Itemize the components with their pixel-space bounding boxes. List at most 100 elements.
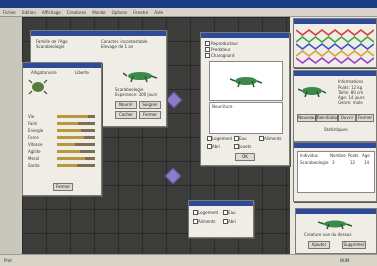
- table-header: Individus: [300, 153, 319, 158]
- check-label: Abri: [212, 144, 221, 149]
- graph-line: [296, 36, 374, 43]
- info-line: Genre: male: [338, 100, 363, 105]
- filter-label: Eau: [228, 210, 236, 215]
- lizard-preview-icon: [230, 77, 262, 88]
- filter-label: Abri: [228, 219, 237, 224]
- reset-button[interactable]: Reinitialiser: [316, 114, 340, 122]
- table-window: Individus Nombre Poids Age Scarabeologie…: [293, 142, 377, 202]
- stat-bar-fill: [57, 136, 84, 139]
- creature-preview-box: [209, 61, 283, 101]
- info-title: Informations: [338, 79, 364, 84]
- menu-item-file[interactable]: Fichier: [3, 10, 16, 15]
- food-list-header: Nourriture: [212, 104, 233, 109]
- stat-label: Faim: [28, 121, 38, 126]
- remove-button[interactable]: Supprimer: [342, 241, 366, 249]
- menu-item-edit[interactable]: Edition: [22, 10, 36, 15]
- info-window-titlebar[interactable]: [294, 71, 376, 76]
- table-cell: 12: [350, 160, 356, 165]
- stat-bar-fill: [57, 129, 81, 132]
- close-button[interactable]: Fermer: [139, 111, 161, 119]
- hide-button[interactable]: Cacher: [115, 111, 137, 119]
- stat-label: Energie: [28, 128, 44, 133]
- new-button[interactable]: Nouveau: [297, 114, 316, 122]
- stat-label: Sante: [28, 163, 40, 168]
- lizard-creature-icon: [123, 72, 157, 83]
- stat-label: Vie: [28, 114, 35, 119]
- add-button[interactable]: Ajouter: [308, 241, 330, 249]
- stats-window-titlebar[interactable]: [23, 63, 101, 68]
- graph-window: [293, 18, 377, 68]
- option-checkbox[interactable]: [205, 53, 210, 58]
- table-cell: Scarabeologie: [300, 160, 329, 165]
- open-button[interactable]: Ouvrir: [338, 114, 356, 122]
- creature-field-4: Elevage de 1 an: [101, 44, 134, 49]
- table-header: Poids: [348, 153, 359, 158]
- info-close-button[interactable]: Fermer: [356, 114, 374, 122]
- check-label: Logement: [212, 136, 233, 141]
- graph-window-titlebar[interactable]: [294, 19, 376, 24]
- option-checkbox[interactable]: [205, 47, 210, 52]
- check-label: Aliments: [264, 136, 282, 141]
- stat-label: Moral: [28, 156, 40, 161]
- option-checkbox[interactable]: [205, 41, 210, 46]
- tile-marker-icon[interactable]: [164, 167, 182, 185]
- menu-item-window[interactable]: Fenetre: [133, 10, 148, 15]
- status-text: Pret: [4, 258, 12, 263]
- filter-window-titlebar[interactable]: [189, 201, 253, 206]
- stat-bar-fill: [57, 150, 80, 153]
- app-titlebar: [0, 0, 377, 8]
- menu-item-view[interactable]: Affichage: [42, 10, 61, 15]
- stat-bar-fill: [57, 143, 75, 146]
- option-label: Reproducteur: [211, 41, 239, 46]
- menu-item-help[interactable]: Aide: [154, 10, 163, 15]
- status-bar: Pret NUM: [0, 254, 377, 266]
- data-table[interactable]: Individus Nombre Poids Age Scarabeologie…: [297, 151, 375, 193]
- lizard-preview-icon: [318, 220, 352, 230]
- food-list[interactable]: Nourriture: [209, 102, 283, 134]
- creature-age: Esperance: 300 jours: [115, 92, 158, 97]
- population-graph: [296, 29, 374, 64]
- creature-field-2: Scarabeologie: [36, 44, 65, 49]
- stats-title: Alligatorvore: [31, 70, 57, 75]
- filter-label: Aliments: [198, 219, 216, 224]
- preview-caption: Creature vue du dessus: [304, 232, 352, 237]
- filter-window: Logement Eau Aliments Abri: [188, 200, 254, 238]
- graph-line: [296, 29, 374, 36]
- info-window: Informations Poids: 12 kg Taille: 80 cm …: [293, 70, 377, 142]
- graph-line: [296, 43, 374, 50]
- check-label: Jouets: [239, 144, 252, 149]
- stat-bar-fill: [57, 164, 77, 167]
- feed-button[interactable]: Nourrir: [115, 101, 137, 109]
- stat-label: Agilite: [28, 149, 41, 154]
- table-cell: 3: [332, 160, 335, 165]
- heal-button[interactable]: Soigner: [139, 101, 161, 109]
- options-window-titlebar[interactable]: [201, 33, 289, 38]
- table-window-titlebar[interactable]: [294, 143, 376, 148]
- options-ok-button[interactable]: OK: [235, 153, 255, 161]
- stat-bar-fill: [57, 157, 85, 160]
- creature-window-titlebar[interactable]: [31, 31, 166, 36]
- menu-item-options[interactable]: Options: [112, 10, 127, 15]
- check-label: Eau: [239, 136, 247, 141]
- left-toolbar: [0, 17, 22, 254]
- stat-label: Vitesse: [28, 142, 43, 147]
- stats-subtitle: Liberte: [75, 70, 90, 75]
- beetle-creature-icon: [28, 79, 48, 95]
- preview-window-titlebar[interactable]: [296, 209, 376, 214]
- stats-window: Alligatorvore Liberte Vie Faim Energie F…: [22, 62, 102, 196]
- graph-line: [296, 50, 374, 57]
- tile-marker-icon[interactable]: [165, 91, 183, 109]
- stats-close-button[interactable]: Fermer: [53, 183, 73, 191]
- menu-item-world[interactable]: Monde: [92, 10, 105, 15]
- stat-bar-fill: [57, 115, 88, 118]
- info-footer: Statistiques: [324, 127, 348, 132]
- table-cell: 14: [364, 160, 370, 165]
- stat-label: Force: [28, 135, 39, 140]
- status-indicator: NUM: [340, 258, 350, 263]
- menu-bar: Fichier Edition Affichage Creatures Mond…: [0, 8, 377, 17]
- table-header: Age: [362, 153, 370, 158]
- menu-item-creatures[interactable]: Creatures: [67, 10, 86, 15]
- option-label: Predateur: [211, 47, 231, 52]
- graph-line: [296, 57, 374, 64]
- lizard-info-icon: [298, 87, 326, 98]
